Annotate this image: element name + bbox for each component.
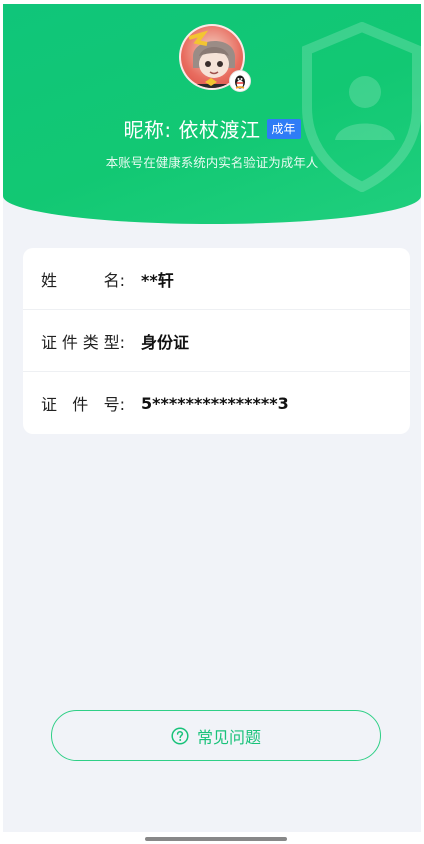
avatar[interactable]: [179, 24, 251, 92]
faq-button[interactable]: 常见问题: [51, 710, 381, 761]
profile-header: 昵称: 依杖渡江 成年 本账号在健康系统内实名验证为成年人: [3, 4, 421, 224]
row-label: 证 件 类 型:: [41, 332, 125, 352]
row-value: 身份证: [141, 332, 190, 352]
info-row-id-type: 证 件 类 型: 身份证: [23, 310, 410, 372]
row-value: 5***************3: [141, 393, 289, 413]
verify-note: 本账号在健康系统内实名验证为成年人: [105, 155, 319, 170]
info-row-id-number: 证 件 号: 5***************3: [23, 372, 410, 434]
faq-label: 常见问题: [196, 727, 261, 747]
nickname: 昵称: 依杖渡江: [123, 118, 261, 142]
row-label: 证 件 号:: [41, 395, 125, 414]
row-label: 姓 名:: [41, 270, 125, 290]
nickname-row: 昵称: 依杖渡江 成年: [3, 114, 421, 143]
qq-penguin-icon: [229, 70, 251, 92]
adult-badge: 成年: [266, 118, 301, 139]
page: 昵称: 依杖渡江 成年 本账号在健康系统内实名验证为成年人 姓 名: **轩 证…: [3, 4, 421, 832]
question-circle-icon: [171, 726, 189, 745]
row-value: **轩: [141, 270, 174, 290]
info-row-name: 姓 名: **轩: [23, 248, 410, 310]
home-indicator[interactable]: [145, 837, 287, 841]
identity-card: 姓 名: **轩 证 件 类 型: 身份证 证 件 号: 5**********…: [23, 248, 410, 434]
